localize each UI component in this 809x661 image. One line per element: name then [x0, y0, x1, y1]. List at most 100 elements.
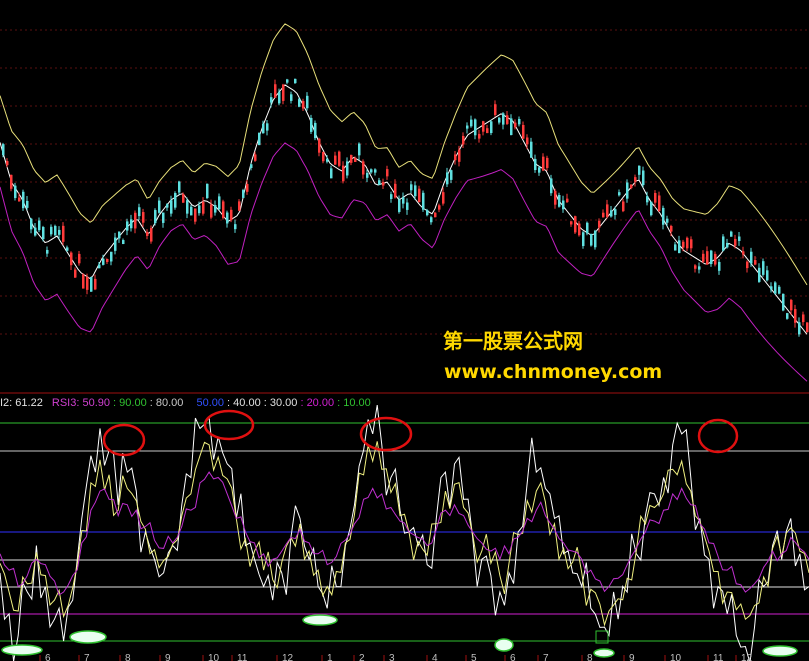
candle-body: [550, 178, 553, 194]
candle-body: [390, 194, 393, 199]
candle-body: [574, 216, 577, 233]
candle-body: [718, 261, 721, 271]
candle-body: [42, 227, 45, 240]
candle-body: [322, 151, 325, 162]
candle-body: [130, 219, 133, 229]
x-axis-tick-label: 11: [237, 653, 248, 661]
oversold-oval: [302, 614, 338, 626]
candle-body: [110, 251, 113, 262]
candle-body: [330, 168, 333, 179]
oversold-oval: [1, 644, 43, 656]
candle-body: [138, 207, 141, 217]
candle-body: [694, 265, 697, 269]
candle-body: [790, 299, 793, 311]
candle-body: [582, 232, 585, 247]
candle-body: [782, 293, 785, 311]
candle-body: [74, 269, 77, 278]
candle-body: [270, 97, 273, 103]
candle-body: [382, 182, 385, 186]
overbought-circle: [203, 409, 255, 441]
candle-body: [154, 210, 157, 224]
candle-body: [398, 199, 401, 212]
candle-body: [62, 225, 65, 242]
x-axis-tick-label: 2: [359, 653, 365, 661]
candle-body: [450, 170, 453, 180]
candle-body: [106, 258, 109, 262]
watermark-title: 第一股票公式网: [443, 329, 583, 353]
candle-body: [642, 170, 645, 186]
candle-body: [218, 196, 221, 210]
candle-body: [150, 228, 153, 242]
candle-body: [94, 278, 97, 290]
candle-body: [506, 115, 509, 124]
x-axis-tick-label: 4: [432, 653, 438, 661]
candle-body: [522, 124, 525, 139]
candle-body: [610, 210, 613, 217]
legend-level-90: : 90.00: [113, 397, 147, 409]
candle-body: [750, 251, 753, 264]
x-axis-tick-label: 8: [587, 653, 593, 661]
watermark-url: www.chnmoney.com: [444, 361, 663, 383]
candle-body: [702, 253, 705, 262]
candle-body: [746, 261, 749, 269]
x-axis-tick-label: 6: [45, 653, 51, 661]
candle-body: [310, 117, 313, 132]
candle-body: [202, 201, 205, 214]
candle-body: [242, 190, 245, 198]
candle-body: [402, 197, 405, 204]
candle-body: [298, 99, 301, 107]
candle-body: [214, 205, 217, 213]
candle-body: [498, 117, 501, 123]
candle-body: [674, 244, 677, 251]
candle-body: [654, 193, 657, 203]
candle-body: [406, 202, 409, 210]
candle-body: [626, 182, 629, 199]
candle-body: [314, 122, 317, 139]
candle-body: [566, 198, 569, 203]
overbought-circle: [697, 418, 739, 454]
candle-body: [362, 161, 365, 175]
candle-body: [442, 192, 445, 204]
candle-body: [730, 231, 733, 237]
candle-body: [786, 313, 789, 319]
indicator-legend: I2: 61.22 RSI3: 50.90 : 90.00 : 80.00 50…: [0, 397, 371, 411]
x-axis-tick-label: 9: [629, 653, 635, 661]
x-axis-tick-label: 10: [670, 653, 682, 661]
candle-body: [274, 84, 277, 98]
candle-body: [798, 322, 801, 335]
legend-level-10: : 10.00: [337, 397, 371, 409]
candle-body: [802, 314, 805, 323]
x-axis-tick-label: 12: [741, 653, 753, 661]
candle-body: [614, 209, 617, 215]
candle-body: [306, 95, 309, 109]
candle-body: [122, 240, 125, 245]
legend-rsi3: RSI3: 50.90: [51, 397, 110, 409]
candle-body: [698, 266, 701, 270]
candle-body: [282, 84, 285, 101]
candle-body: [126, 221, 129, 231]
x-axis-tick-label: 9: [165, 653, 171, 661]
candle-body: [586, 222, 589, 234]
candle-body: [634, 177, 637, 182]
candle-body: [670, 225, 673, 232]
candle-body: [794, 309, 797, 323]
oversold-oval: [69, 630, 107, 644]
candle-body: [774, 282, 777, 294]
candle-body: [146, 231, 149, 236]
candle-body: [682, 241, 685, 248]
candle-body: [650, 201, 653, 216]
candle-body: [294, 78, 297, 84]
candle-body: [734, 238, 737, 246]
candle-body: [70, 252, 73, 266]
candle-body: [474, 119, 477, 136]
x-axis-tick-label: 7: [543, 653, 549, 661]
candle-body: [238, 201, 241, 211]
candle-body: [22, 191, 25, 209]
candle-body: [342, 165, 345, 182]
candle-body: [526, 137, 529, 145]
candle-body: [10, 174, 13, 189]
candle-body: [58, 229, 61, 235]
candle-body: [482, 121, 485, 132]
candle-body: [410, 184, 413, 191]
candle-body: [446, 172, 449, 185]
